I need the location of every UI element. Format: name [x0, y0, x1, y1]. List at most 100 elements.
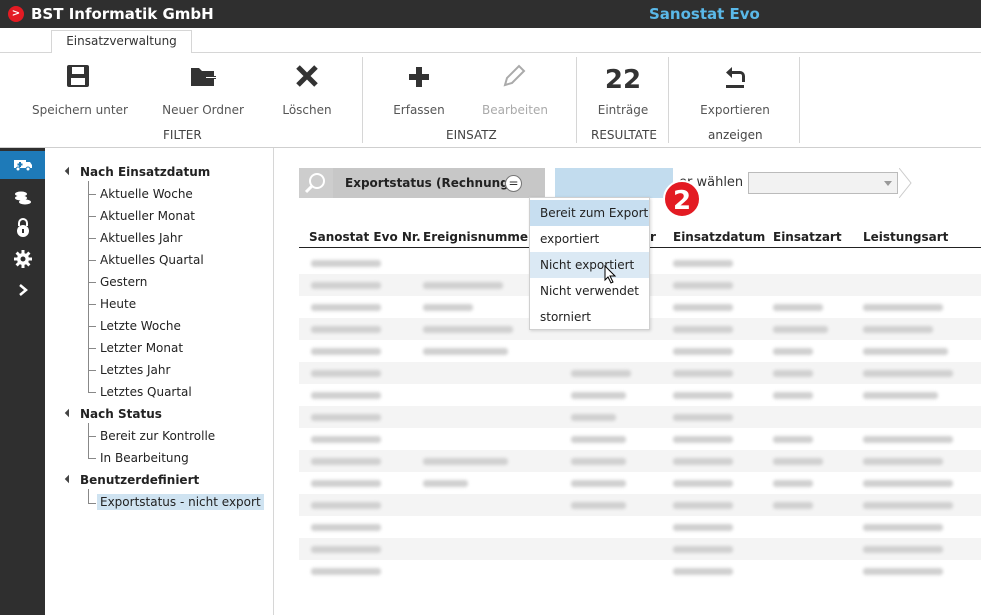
- tree-item-current-week[interactable]: Aktuelle Woche: [100, 187, 193, 201]
- floppy-disk-icon: [32, 63, 124, 97]
- blurred-cell: [571, 392, 626, 399]
- option-cancelled[interactable]: storniert: [530, 304, 649, 330]
- ambulance-icon[interactable]: [0, 151, 45, 179]
- blurred-cell: [311, 348, 381, 355]
- column-header[interactable]: Einsatzart: [773, 230, 842, 244]
- tree-item-in-progress[interactable]: In Bearbeitung: [100, 451, 189, 465]
- expand-triangle-icon[interactable]: [64, 474, 74, 484]
- choose-select[interactable]: [748, 172, 898, 194]
- capture-label: Erfassen: [393, 103, 445, 117]
- column-header[interactable]: r: [650, 230, 656, 244]
- table-row[interactable]: [299, 406, 981, 428]
- blurred-cell: [311, 458, 381, 465]
- blurred-cell: [571, 458, 626, 465]
- blurred-cell: [571, 480, 626, 487]
- blurred-cell: [673, 282, 733, 289]
- edit-button[interactable]: Bearbeiten: [482, 63, 548, 117]
- step-badge: 2: [663, 180, 701, 218]
- blurred-cell: [863, 392, 938, 399]
- chevron-down-icon: [884, 181, 892, 186]
- blurred-cell: [863, 370, 953, 377]
- expand-triangle-icon[interactable]: [64, 166, 74, 176]
- tree-item-last-quarter[interactable]: Letztes Quartal: [100, 385, 192, 399]
- blurred-cell: [863, 326, 933, 333]
- coins-icon[interactable]: [0, 184, 45, 212]
- blurred-cell: [863, 304, 943, 311]
- option-exported[interactable]: exportiert: [530, 226, 649, 252]
- new-folder-button[interactable]: Neuer Ordner: [162, 63, 244, 117]
- group-label-filter: FILTER: [163, 128, 202, 142]
- table-row[interactable]: [299, 384, 981, 406]
- blurred-cell: [311, 436, 381, 443]
- tree-item-current-month[interactable]: Aktueller Monat: [100, 209, 195, 223]
- tree-item-current-quarter[interactable]: Aktuelles Quartal: [100, 253, 204, 267]
- table-row[interactable]: [299, 516, 981, 538]
- blurred-cell: [423, 326, 513, 333]
- table-row[interactable]: [299, 538, 981, 560]
- filter-value-field[interactable]: [555, 168, 673, 198]
- blurred-cell: [311, 282, 381, 289]
- blurred-cell: [311, 392, 381, 399]
- filter-field-label: Exportstatus (Rechnung): [345, 176, 515, 190]
- lock-icon[interactable]: [0, 214, 45, 242]
- tree-connector: [88, 392, 96, 393]
- tree-item-today[interactable]: Heute: [100, 297, 136, 311]
- entries-button[interactable]: 22 Einträge: [595, 63, 651, 117]
- blurred-cell: [773, 392, 813, 399]
- table-row[interactable]: [299, 362, 981, 384]
- tree-item-last-year[interactable]: Letztes Jahr: [100, 363, 170, 377]
- tree-category-custom[interactable]: Benutzerdefiniert: [64, 473, 199, 487]
- tree-category-status[interactable]: Nach Status: [64, 407, 162, 421]
- tree-connector: [88, 326, 96, 327]
- table-row[interactable]: [299, 340, 981, 362]
- ribbon-separator: [576, 57, 577, 143]
- tree-connector: [88, 216, 96, 217]
- gear-icon[interactable]: [0, 245, 45, 273]
- expand-triangle-icon[interactable]: [64, 408, 74, 418]
- export-button[interactable]: Exportieren: [699, 63, 771, 117]
- search-segment[interactable]: [299, 168, 333, 198]
- tab-einsatzverwaltung[interactable]: Einsatzverwaltung: [51, 30, 192, 54]
- blurred-cell: [773, 326, 828, 333]
- option-not-exported[interactable]: Nicht exportiert: [530, 252, 649, 278]
- tree-category-date[interactable]: Nach Einsatzdatum: [64, 165, 210, 179]
- equals-operator-icon[interactable]: =: [505, 175, 522, 192]
- delete-label: Löschen: [282, 103, 332, 117]
- capture-button[interactable]: Erfassen: [392, 63, 446, 117]
- chevron-right-icon[interactable]: [0, 276, 45, 304]
- tree-item-last-week[interactable]: Letzte Woche: [100, 319, 181, 333]
- plus-icon: [392, 63, 446, 97]
- edit-label: Bearbeiten: [482, 103, 548, 117]
- column-header[interactable]: Leistungsart: [863, 230, 948, 244]
- tree-item-current-year[interactable]: Aktuelles Jahr: [100, 231, 182, 245]
- table-row[interactable]: [299, 450, 981, 472]
- blurred-cell: [673, 392, 733, 399]
- nav-sidebar: [0, 148, 45, 615]
- column-header[interactable]: Einsatzdatum: [673, 230, 765, 244]
- blurred-cell: [311, 326, 381, 333]
- blurred-cell: [423, 348, 508, 355]
- blurred-cell: [773, 370, 813, 377]
- column-header[interactable]: Ereignisnummer: [423, 230, 534, 244]
- table-row[interactable]: [299, 560, 981, 582]
- option-ready-for-export[interactable]: Bereit zum Export: [530, 200, 649, 226]
- blurred-cell: [773, 458, 823, 465]
- filter-end-arrow: [899, 168, 912, 198]
- save-as-button[interactable]: Speichern unter: [32, 63, 128, 117]
- tree-item-ready-for-control[interactable]: Bereit zur Kontrolle: [100, 429, 215, 443]
- blurred-cell: [311, 414, 381, 421]
- blurred-cell: [673, 502, 733, 509]
- entries-label: Einträge: [597, 103, 649, 117]
- tree-item-export-status-not-exported[interactable]: Exportstatus - nicht export: [97, 494, 264, 510]
- export-status-dropdown: Bereit zum Export exportiert Nicht expor…: [529, 197, 650, 330]
- option-not-used[interactable]: Nicht verwendet: [530, 278, 649, 304]
- column-header[interactable]: Sanostat Evo Nr.: [309, 230, 421, 244]
- table-row[interactable]: [299, 428, 981, 450]
- table-row[interactable]: [299, 494, 981, 516]
- blurred-cell: [773, 502, 813, 509]
- table-row[interactable]: [299, 472, 981, 494]
- tree-item-yesterday[interactable]: Gestern: [100, 275, 147, 289]
- delete-button[interactable]: Löschen: [281, 63, 333, 117]
- tree-item-last-month[interactable]: Letzter Monat: [100, 341, 183, 355]
- title-bar: > BST Informatik GmbH Sanostat Evo: [0, 0, 981, 28]
